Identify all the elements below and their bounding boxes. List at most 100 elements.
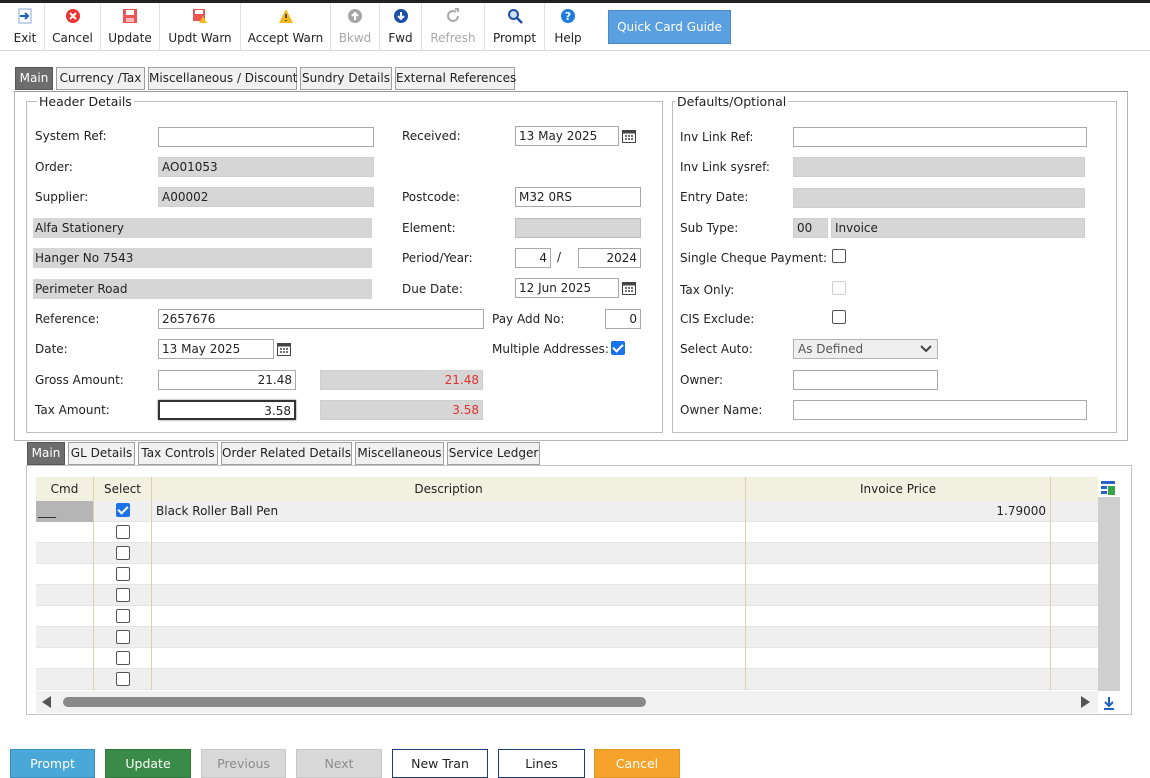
lower-tab-tax-controls[interactable]: Tax Controls <box>138 442 218 465</box>
tab-sundry-details[interactable]: Sundry Details <box>300 67 392 90</box>
refresh-button[interactable]: Refresh <box>422 3 485 51</box>
table-row[interactable] <box>36 543 1098 564</box>
row-description-cell[interactable]: Black Roller Ball Pen <box>152 501 746 522</box>
previous-button[interactable]: Previous <box>201 749 286 778</box>
system-ref-input[interactable] <box>158 127 374 147</box>
quick-card-guide-button[interactable]: Quick Card Guide <box>608 10 731 44</box>
due-date-input[interactable]: 12 Jun 2025 <box>515 278 619 298</box>
row-description-cell <box>152 627 746 648</box>
table-row[interactable] <box>36 627 1098 648</box>
row-invoice-price-cell <box>746 606 1051 627</box>
column-header-description[interactable]: Description <box>152 477 746 501</box>
received-calendar-icon[interactable] <box>619 126 639 146</box>
multiple-addresses-checkbox[interactable] <box>611 341 625 355</box>
row-select-checkbox[interactable] <box>116 567 130 581</box>
tax-amount-input[interactable]: 3.58 <box>158 400 296 420</box>
column-header-invoice-price[interactable]: Invoice Price <box>746 477 1051 501</box>
gross-amount-label: Gross Amount: <box>35 373 124 387</box>
pay-add-no-input[interactable]: 0 <box>605 309 641 329</box>
year-input[interactable]: 2024 <box>578 248 641 268</box>
tab-currency-tax[interactable]: Currency /Tax <box>56 67 145 90</box>
date-calendar-icon[interactable] <box>274 339 294 359</box>
table-row[interactable] <box>36 585 1098 606</box>
row-select-checkbox[interactable] <box>116 651 130 665</box>
horizontal-scrollbar[interactable] <box>36 691 1098 713</box>
scroll-left-icon[interactable] <box>42 696 52 708</box>
update-button[interactable]: Update <box>101 3 160 51</box>
row-description-cell <box>152 522 746 543</box>
single-cheque-payment-checkbox[interactable] <box>832 249 846 263</box>
chevron-down-icon <box>920 345 932 353</box>
gross-amount-input[interactable]: 21.48 <box>158 370 296 390</box>
inv-link-sysref-label: Inv Link sysref: <box>680 160 770 174</box>
exit-button[interactable]: Exit <box>6 3 45 51</box>
received-date-input[interactable]: 13 May 2025 <box>515 126 619 146</box>
save-warning-icon <box>193 9 207 23</box>
owner-name-input[interactable] <box>793 400 1087 420</box>
prompt-bottom-button[interactable]: Prompt <box>10 749 95 778</box>
lower-tab-gl-details[interactable]: GL Details <box>68 442 135 465</box>
fwd-button[interactable]: Fwd <box>380 3 422 51</box>
supplier-field: A00002 <box>158 187 374 207</box>
cancel-button[interactable]: Cancel <box>45 3 101 51</box>
period-input[interactable]: 4 <box>515 248 551 268</box>
lower-tab-miscellaneous[interactable]: Miscellaneous <box>355 442 444 465</box>
lower-tab-main[interactable]: Main <box>27 442 65 465</box>
bkwd-button[interactable]: Bkwd <box>331 3 380 51</box>
row-select-checkbox[interactable] <box>116 503 130 517</box>
row-description-cell <box>152 585 746 606</box>
update-bottom-button[interactable]: Update <box>105 749 191 778</box>
row-select-checkbox[interactable] <box>116 525 130 539</box>
cancel-bottom-button[interactable]: Cancel <box>594 749 680 778</box>
date-input[interactable]: 13 May 2025 <box>158 339 274 359</box>
row-select-checkbox[interactable] <box>116 546 130 560</box>
tax-only-checkbox[interactable] <box>832 281 846 295</box>
column-header-cmd[interactable]: Cmd <box>36 477 94 501</box>
sub-type-name-field: Invoice <box>831 218 1085 238</box>
table-row[interactable]: ___ Black Roller Ball Pen 1.79000 <box>36 501 1098 522</box>
lower-tab-service-ledger[interactable]: Service Ledger <box>447 442 540 465</box>
next-button[interactable]: Next <box>296 749 382 778</box>
entry-date-field <box>793 188 1085 208</box>
table-row[interactable] <box>36 564 1098 585</box>
cis-exclude-checkbox[interactable] <box>832 310 846 324</box>
lines-button[interactable]: Lines <box>498 749 585 778</box>
row-select-checkbox[interactable] <box>116 630 130 644</box>
lower-tab-order-related-details[interactable]: Order Related Details <box>221 442 352 465</box>
entry-date-label: Entry Date: <box>680 190 749 204</box>
table-row[interactable] <box>36 522 1098 543</box>
owner-input[interactable] <box>793 370 938 390</box>
tab-main[interactable]: Main <box>15 67 53 90</box>
scroll-right-icon[interactable] <box>1080 696 1090 708</box>
due-date-calendar-icon[interactable] <box>619 278 639 298</box>
vertical-scrollbar[interactable] <box>1098 497 1120 691</box>
table-row[interactable] <box>36 606 1098 627</box>
select-auto-dropdown[interactable]: As Defined <box>793 339 938 359</box>
prompt-button[interactable]: Prompt <box>485 3 545 51</box>
help-button[interactable]: ? Help <box>545 3 591 51</box>
tab-miscellaneous-discount[interactable]: Miscellaneous / Discount <box>148 67 297 90</box>
due-date-label: Due Date: <box>402 282 463 296</box>
row-cmd-cell <box>36 606 94 627</box>
updt-warn-button[interactable]: Updt Warn <box>160 3 241 51</box>
table-row[interactable] <box>36 669 1098 690</box>
table-row[interactable] <box>36 648 1098 669</box>
help-icon: ? <box>561 9 575 23</box>
column-header-select[interactable]: Select <box>94 477 152 501</box>
postcode-input[interactable]: M32 0RS <box>515 187 641 207</box>
row-select-checkbox[interactable] <box>116 588 130 602</box>
tab-external-references[interactable]: External References <box>395 67 516 90</box>
inv-link-ref-input[interactable] <box>793 127 1087 147</box>
reference-input[interactable]: 2657676 <box>158 309 484 329</box>
row-select-checkbox[interactable] <box>116 609 130 623</box>
date-label: Date: <box>35 342 68 356</box>
row-cmd-cell <box>36 648 94 669</box>
new-tran-button[interactable]: New Tran <box>392 749 488 778</box>
accept-warn-button[interactable]: Accept Warn <box>241 3 331 51</box>
column-chooser-icon[interactable] <box>1100 480 1116 496</box>
horizontal-scrollbar-thumb[interactable] <box>63 697 646 707</box>
scroll-to-end-icon[interactable] <box>1101 695 1117 711</box>
row-select-checkbox[interactable] <box>116 672 130 686</box>
row-invoice-price-cell[interactable]: 1.79000 <box>746 501 1051 522</box>
row-cmd-cell[interactable]: ___ <box>36 501 94 522</box>
